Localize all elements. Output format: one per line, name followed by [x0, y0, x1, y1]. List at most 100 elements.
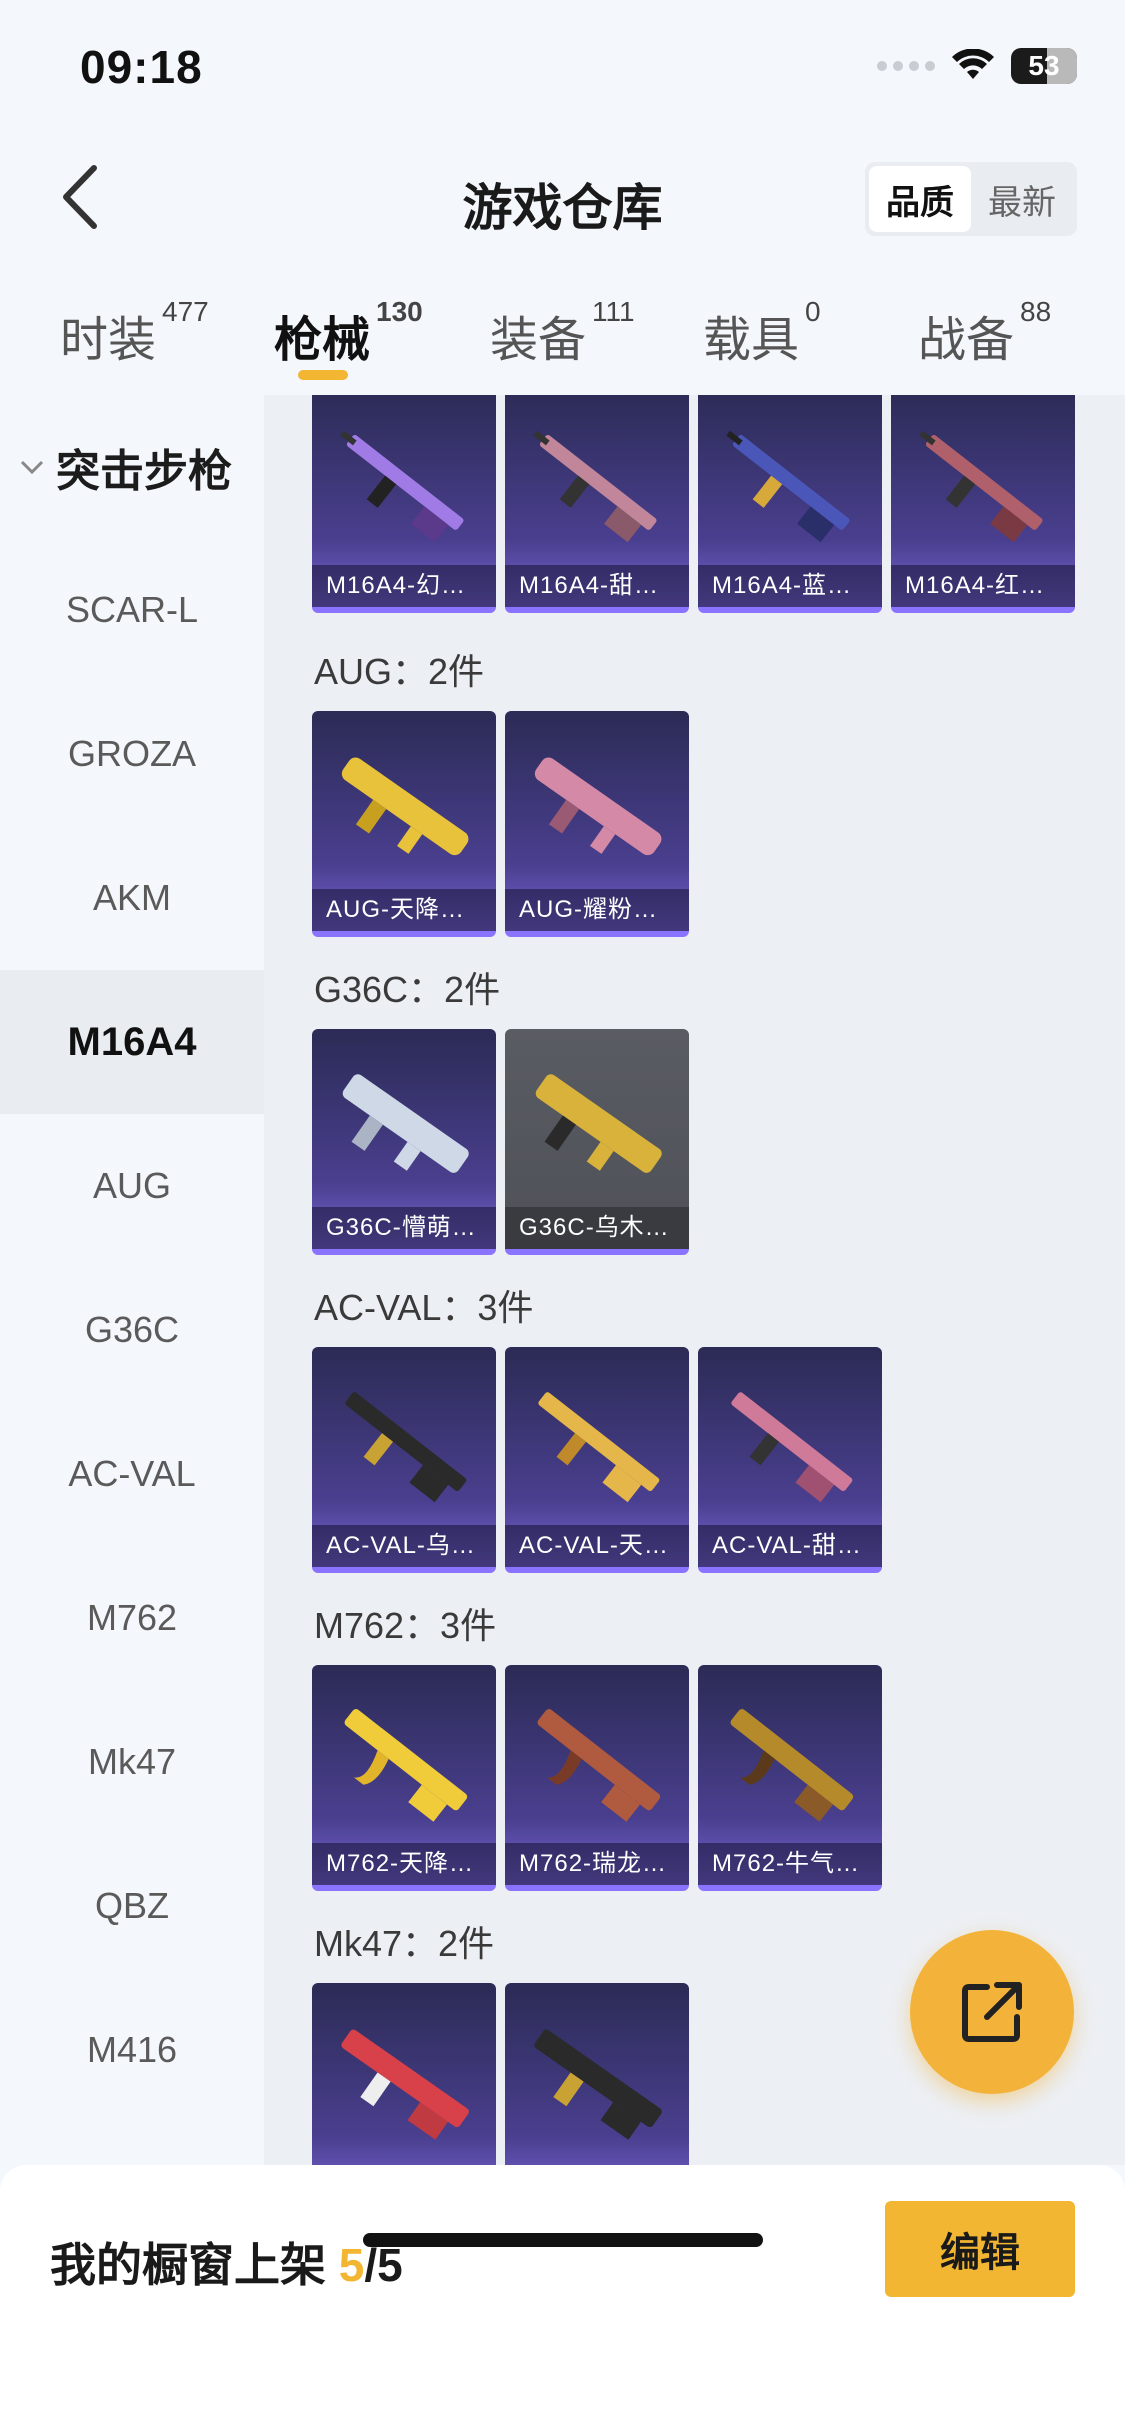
sidebar-item-mk47[interactable]: Mk47 — [0, 1690, 264, 1834]
showcase-summary: 我的橱窗上架 5/5 — [50, 2229, 403, 2295]
sort-quality-option[interactable]: 品质 — [869, 166, 971, 232]
sort-latest-option[interactable]: 最新 — [971, 166, 1073, 232]
tab-count: 477 — [162, 296, 209, 327]
sidebar-item-m16a4[interactable]: M16A4 — [0, 970, 264, 1114]
sidebar-item-groza[interactable]: GROZA — [0, 682, 264, 826]
status-icons: 53 — [877, 48, 1077, 84]
sidebar-item-ac-val[interactable]: AC-VAL — [0, 1402, 264, 1546]
weapon-card[interactable]: G36C-乌木… — [505, 1029, 689, 1255]
tab-count: 0 — [805, 296, 821, 327]
weapon-name: AC-VAL-甜… — [698, 1525, 882, 1567]
battery-icon: 53 — [1011, 48, 1077, 84]
sidebar-item-scar-l[interactable]: SCAR-L — [0, 538, 264, 682]
weapon-card[interactable] — [505, 1983, 689, 2165]
rifle-image — [341, 757, 469, 856]
rifle-image — [535, 1074, 662, 1173]
weapon-card[interactable]: G36C-懵萌… — [312, 1029, 496, 1255]
weapon-card[interactable]: AUG-天降… — [312, 711, 496, 937]
weapon-name: G36C-懵萌… — [312, 1207, 496, 1249]
rifle-image — [730, 1709, 854, 1822]
weapon-name: M16A4-甜… — [505, 565, 689, 607]
rifle-image — [731, 1392, 853, 1503]
wifi-icon — [952, 49, 994, 79]
weapon-name: AC-VAL-天… — [505, 1525, 689, 1567]
sidebar: 突击步枪 SCAR-L GROZA AKM M16A4 AUG G36C AC-… — [0, 395, 264, 2165]
tab-count: 111 — [592, 296, 635, 327]
weapon-card[interactable]: M16A4-甜… — [505, 395, 689, 613]
rifle-image — [726, 430, 850, 543]
share-button[interactable] — [910, 1930, 1074, 2094]
weapon-card[interactable]: AC-VAL-乌… — [312, 1347, 496, 1573]
group-label-g36c: G36C：2件 — [314, 969, 501, 1010]
weapon-name: M16A4-红… — [891, 565, 1075, 607]
tab-label: 战备 — [918, 314, 1015, 367]
rifle-image — [533, 430, 657, 543]
tab-count: 130 — [376, 296, 423, 327]
rifle-image — [534, 2029, 662, 2140]
sidebar-group-assault-rifles[interactable]: 突击步枪 — [20, 435, 232, 499]
weapon-card[interactable]: AUG-耀粉… — [505, 711, 689, 937]
bottom-bar: 我的橱窗上架 5/5 编辑 — [0, 2165, 1125, 2436]
weapon-name: M762-天降… — [312, 1843, 496, 1885]
weapon-card[interactable]: AC-VAL-甜… — [698, 1347, 882, 1573]
edit-button[interactable]: 编辑 — [885, 2201, 1075, 2297]
sort-toggle: 品质 最新 — [865, 162, 1077, 236]
weapon-card[interactable]: M762-瑞龙… — [505, 1665, 689, 1891]
rifle-image — [344, 1709, 468, 1822]
rifle-image — [537, 1709, 661, 1822]
weapon-card[interactable]: M16A4-幻… — [312, 395, 496, 613]
rifle-image — [345, 1392, 467, 1503]
weapon-card[interactable] — [312, 1983, 496, 2165]
signal-icon — [877, 61, 935, 71]
showcase-label: 我的橱窗上架 — [50, 2239, 326, 2291]
weapon-name: AUG-天降… — [312, 889, 496, 931]
weapon-card[interactable]: M16A4-蓝… — [698, 395, 882, 613]
sidebar-item-akm[interactable]: AKM — [0, 826, 264, 970]
tab-indicator — [298, 370, 348, 380]
sidebar-item-qbz[interactable]: QBZ — [0, 1834, 264, 1978]
weapon-name: M762-瑞龙… — [505, 1843, 689, 1885]
status-time: 09:18 — [80, 41, 203, 93]
group-label-aug: AUG：2件 — [314, 651, 485, 692]
home-indicator — [363, 2233, 763, 2247]
rifle-image — [342, 1074, 469, 1173]
chevron-down-icon — [20, 460, 44, 475]
weapon-name: AUG-耀粉… — [505, 889, 689, 931]
tab-label: 装备 — [490, 314, 587, 367]
share-export-icon — [962, 1982, 1022, 2042]
rifle-image — [538, 1392, 660, 1503]
sidebar-item-aug[interactable]: AUG — [0, 1114, 264, 1258]
rifle-image — [919, 430, 1043, 543]
weapon-card[interactable]: AC-VAL-天… — [505, 1347, 689, 1573]
tab-label: 枪械 — [274, 314, 371, 367]
tab-label: 载具 — [703, 314, 800, 367]
group-label-mk47: Mk47：2件 — [314, 1923, 495, 1964]
battery-level: 53 — [1028, 50, 1060, 81]
weapon-card[interactable]: M762-天降… — [312, 1665, 496, 1891]
sidebar-item-g36c[interactable]: G36C — [0, 1258, 264, 1402]
tab-equipment[interactable]: 装备111 — [490, 296, 635, 370]
tab-supplies[interactable]: 战备88 — [918, 296, 1051, 370]
sidebar-group-label: 突击步枪 — [56, 447, 232, 496]
tab-label: 时装 — [60, 314, 157, 367]
tab-count: 88 — [1020, 296, 1052, 327]
status-bar: 09:18 53 — [0, 0, 1125, 130]
tab-vehicles[interactable]: 载具0 — [703, 296, 821, 370]
tab-firearms[interactable]: 枪械130 — [274, 296, 423, 370]
rifle-image — [534, 757, 662, 856]
group-label-ac-val: AC-VAL：3件 — [314, 1287, 534, 1328]
rifle-image — [341, 2029, 469, 2140]
sidebar-item-m762[interactable]: M762 — [0, 1546, 264, 1690]
weapon-name: M762-牛气… — [698, 1843, 882, 1885]
sidebar-item-m416[interactable]: M416 — [0, 1978, 264, 2122]
weapon-card[interactable]: M16A4-红… — [891, 395, 1075, 613]
tab-outfits[interactable]: 时装477 — [60, 296, 209, 370]
weapon-card[interactable]: M762-牛气… — [698, 1665, 882, 1891]
weapon-name: M16A4-幻… — [312, 565, 496, 607]
header: 游戏仓库 品质 最新 — [0, 150, 1125, 250]
weapon-name: AC-VAL-乌… — [312, 1525, 496, 1567]
rifle-image — [340, 430, 464, 543]
group-label-m762: M762：3件 — [314, 1605, 497, 1646]
weapon-name: M16A4-蓝… — [698, 565, 882, 607]
showcase-count: 5 — [338, 2239, 365, 2291]
